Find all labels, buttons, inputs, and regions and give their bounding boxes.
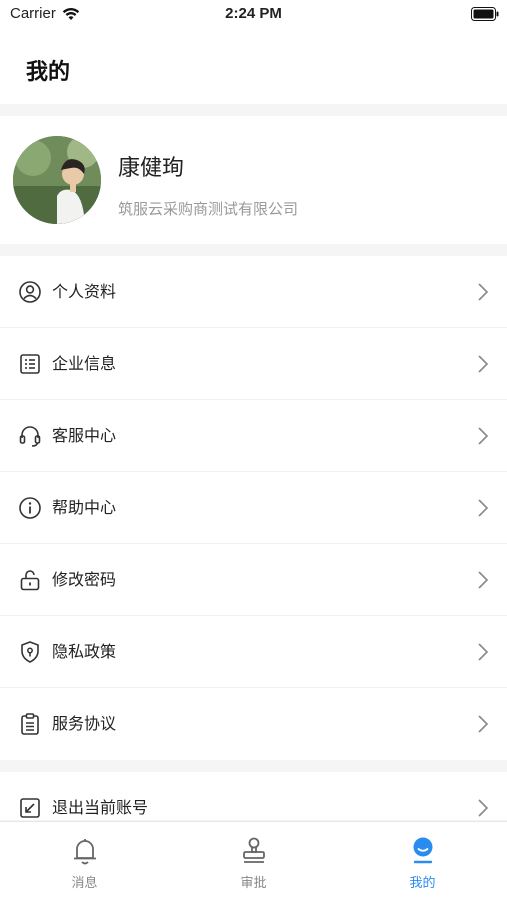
info-icon — [19, 497, 41, 519]
chevron-right-icon — [478, 283, 489, 301]
logout-section: 退出当前账号 — [0, 772, 507, 820]
divider — [0, 104, 507, 116]
tab-label: 我的 — [409, 876, 436, 891]
tab-bar: 消息 审批 我的 — [0, 821, 507, 900]
menu-item-change-password[interactable]: 修改密码 — [0, 544, 507, 616]
profile-icon — [413, 837, 432, 864]
menu-item-help-center[interactable]: 帮助中心 — [0, 472, 507, 544]
tab-messages[interactable]: 消息 — [0, 822, 169, 900]
chevron-right-icon — [478, 355, 489, 373]
menu-item-label: 帮助中心 — [52, 498, 117, 517]
battery-icon — [471, 7, 499, 21]
page-title: 我的 — [26, 60, 71, 85]
status-bar: Carrier 2:24 PM — [0, 0, 507, 28]
chevron-right-icon — [478, 499, 489, 517]
menu-item-label: 客服中心 — [52, 426, 117, 445]
menu-item-label: 修改密码 — [52, 570, 117, 589]
tab-mine[interactable]: 我的 — [338, 822, 507, 900]
menu-item-profile[interactable]: 个人资料 — [0, 256, 507, 328]
tab-approval[interactable]: 审批 — [169, 822, 338, 900]
user-circle-icon — [19, 281, 41, 303]
menu-list: 个人资料 企业信息 客服中心 帮助中心 修改密码 隐私政策 服务协议 — [0, 256, 507, 760]
profile-card[interactable]: 康健珣 筑服云采购商测试有限公司 — [0, 116, 507, 244]
nav-header: 我的 — [0, 28, 507, 104]
menu-item-label: 个人资料 — [52, 282, 117, 301]
chevron-right-icon — [478, 799, 489, 817]
menu-item-company-info[interactable]: 企业信息 — [0, 328, 507, 400]
logout-label: 退出当前账号 — [52, 798, 149, 817]
lock-open-icon — [20, 570, 40, 591]
profile-company: 筑服云采购商测试有限公司 — [118, 200, 299, 218]
shield-icon — [21, 641, 39, 663]
chevron-right-icon — [478, 715, 489, 733]
headset-icon — [19, 426, 41, 447]
tab-label: 消息 — [71, 876, 98, 891]
list-icon — [20, 354, 40, 374]
divider — [0, 244, 507, 256]
profile-name: 康健珣 — [118, 156, 185, 181]
menu-item-privacy-policy[interactable]: 隐私政策 — [0, 616, 507, 688]
tab-label: 审批 — [240, 876, 267, 891]
avatar-photo — [13, 136, 101, 224]
menu-item-service-agreement[interactable]: 服务协议 — [0, 688, 507, 760]
menu-item-label: 服务协议 — [52, 714, 117, 733]
stamp-icon — [242, 837, 265, 863]
chevron-right-icon — [478, 427, 489, 445]
clipboard-icon — [21, 713, 39, 735]
status-time: 2:24 PM — [225, 5, 282, 22]
menu-item-label: 企业信息 — [52, 354, 117, 373]
menu-item-label: 隐私政策 — [52, 642, 117, 661]
chevron-right-icon — [478, 643, 489, 661]
avatar[interactable] — [13, 136, 101, 224]
menu-item-customer-service[interactable]: 客服中心 — [0, 400, 507, 472]
divider — [0, 760, 507, 772]
exit-icon — [20, 798, 40, 818]
logout-button[interactable]: 退出当前账号 — [0, 772, 507, 820]
bell-icon — [73, 839, 96, 865]
chevron-right-icon — [478, 571, 489, 589]
